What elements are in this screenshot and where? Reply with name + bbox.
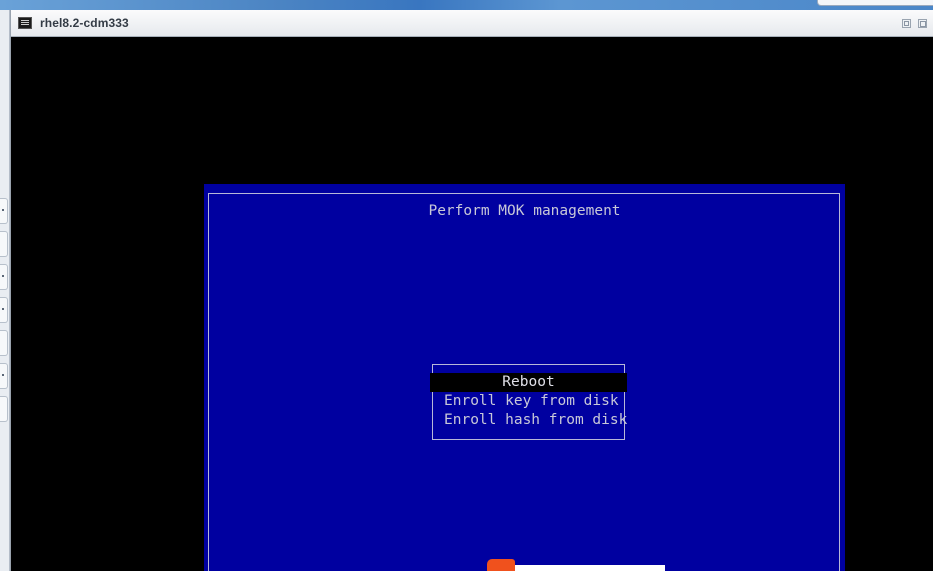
mok-title: Perform MOK management — [428, 203, 621, 219]
maximize-window-icon[interactable] — [918, 19, 927, 28]
side-panel-tab[interactable] — [0, 264, 8, 290]
menu-item-enroll-hash[interactable]: Enroll hash from disk — [433, 411, 627, 430]
handle-icon — [2, 209, 4, 211]
menu-item-reboot[interactable]: Reboot — [430, 373, 627, 392]
mok-menu: Reboot Enroll key from disk Enroll hash … — [430, 364, 627, 440]
side-panel-tab[interactable] — [0, 330, 8, 356]
side-panel-tab[interactable] — [0, 198, 8, 224]
browser-search-box[interactable] — [817, 0, 933, 6]
side-panel-tab[interactable] — [0, 297, 8, 323]
watermark-strip — [515, 565, 665, 571]
mok-management-screen: Perform MOK management Reboot Enroll key… — [204, 184, 845, 571]
console-icon — [18, 17, 32, 29]
handle-icon — [2, 308, 4, 310]
console-window: rhel8.2-cdm333 Perform MOK management Re… — [10, 10, 933, 571]
desktop: rhel8.2-cdm333 Perform MOK management Re… — [0, 0, 933, 571]
side-panel-tab[interactable] — [0, 231, 8, 257]
window-title: rhel8.2-cdm333 — [40, 16, 129, 30]
window-titlebar[interactable]: rhel8.2-cdm333 — [11, 10, 933, 37]
restore-window-icon[interactable] — [902, 19, 911, 28]
handle-icon — [2, 275, 4, 277]
side-panel-tab[interactable] — [0, 363, 8, 389]
browser-top-strip — [0, 0, 933, 10]
side-panel-tab[interactable] — [0, 396, 8, 422]
watermark-overlay — [487, 556, 665, 571]
console-screen[interactable]: Perform MOK management Reboot Enroll key… — [11, 37, 933, 571]
watermark-logo-icon — [487, 559, 515, 571]
left-side-panel — [0, 10, 10, 571]
handle-icon — [2, 374, 4, 376]
menu-item-enroll-key[interactable]: Enroll key from disk — [433, 392, 624, 411]
